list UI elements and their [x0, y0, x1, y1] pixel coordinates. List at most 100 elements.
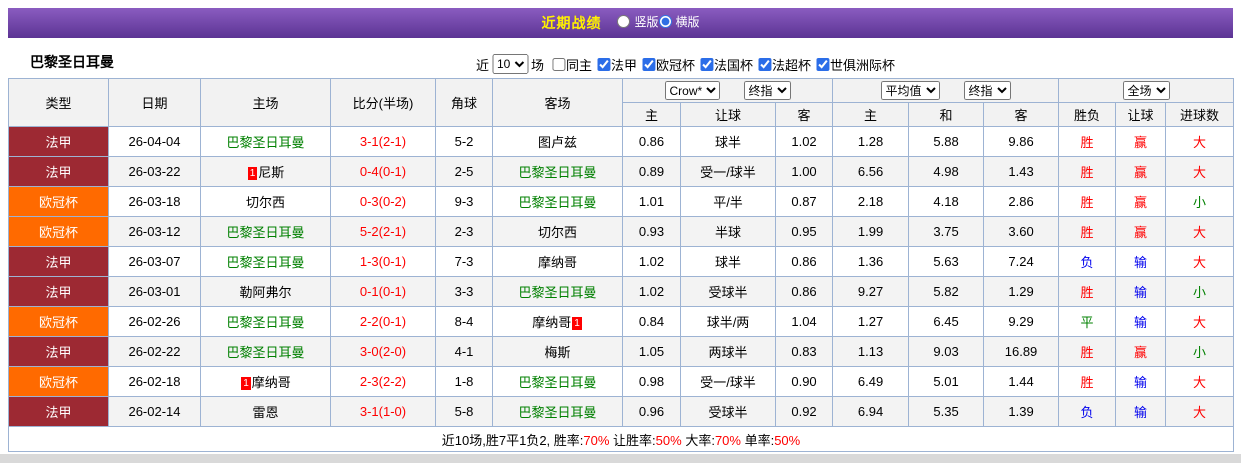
- avg-source-select[interactable]: 平均值: [880, 81, 940, 100]
- result-scope-select[interactable]: 全场: [1122, 81, 1170, 100]
- avg-draw-odds: 5.35: [908, 396, 985, 427]
- checkbox-ligue1[interactable]: [596, 57, 610, 71]
- team-name[interactable]: 尼斯: [258, 165, 284, 180]
- team-name[interactable]: 梅斯: [544, 345, 570, 360]
- checkbox-ucl[interactable]: [642, 57, 655, 71]
- avg-draw-odds: 3.75: [908, 216, 985, 247]
- crown-away-odds: 0.86: [774, 246, 834, 277]
- result-wdl: 胜: [1058, 276, 1117, 307]
- recent-results-panel: 近期战绩 竖版 横版 巴黎圣日耳曼 近 10 场 同主 法甲 欧冠杯 法国杯 法超杯 世俱洲…: [0, 0, 1241, 463]
- team-name[interactable]: 巴黎圣日耳曼: [518, 285, 596, 300]
- red-card-badge: 1: [241, 377, 251, 390]
- odds-source-select[interactable]: Crow*: [664, 81, 720, 100]
- league-badge: 欧冠杯: [8, 366, 109, 397]
- layout-radio-horizontal[interactable]: [658, 15, 672, 28]
- team-name[interactable]: 摩纳哥: [538, 255, 577, 270]
- filter-checkbox-ucl[interactable]: 欧冠杯: [642, 55, 695, 74]
- avg-time-select[interactable]: 终指: [963, 81, 1011, 100]
- checkbox-trophee[interactable]: [758, 57, 772, 71]
- crown-away-odds: 0.92: [774, 396, 834, 427]
- team-name[interactable]: 雷恩: [252, 405, 278, 420]
- crown-away-odds: 1.00: [774, 156, 834, 187]
- result-goals: 大: [1165, 306, 1235, 337]
- team-name[interactable]: 摩纳哥: [532, 315, 571, 330]
- crown-handicap: 两球半: [680, 336, 776, 367]
- filter-checkbox-trophee[interactable]: 法超杯: [758, 55, 811, 74]
- group-header-row: 类型 日期 主场 比分(半场) 角球 客场 Crow* 终指 平均值 终指 全场: [8, 78, 1235, 127]
- result-goals: 大: [1165, 126, 1235, 157]
- layout-option-vertical[interactable]: 竖版: [617, 13, 659, 30]
- result-handicap: 输: [1115, 276, 1167, 307]
- crown-handicap: 受球半: [680, 276, 776, 307]
- match-row: 欧冠杯 26-02-18 1 摩纳哥 2-3(2-2) 1-8 巴黎圣日耳曼 0.…: [8, 366, 1235, 397]
- score: 0-4(0-1): [330, 156, 436, 187]
- team-name[interactable]: 巴黎圣日耳曼: [226, 315, 304, 330]
- team-name[interactable]: 巴黎圣日耳曼: [518, 375, 596, 390]
- match-row: 法甲 26-03-01 勒阿弗尔 0-1(0-1) 3-3 巴黎圣日耳曼 1.0…: [8, 276, 1235, 307]
- league-badge: 欧冠杯: [8, 306, 109, 337]
- match-date: 26-04-04: [108, 126, 201, 157]
- summary-value: 70%: [714, 432, 741, 448]
- team-name[interactable]: 巴黎圣日耳曼: [518, 165, 596, 180]
- score: 2-3(2-2): [330, 366, 436, 397]
- team-name[interactable]: 巴黎圣日耳曼: [226, 345, 304, 360]
- team-name[interactable]: 巴黎圣日耳曼: [226, 135, 304, 150]
- layout-option-horizontal[interactable]: 横版: [658, 13, 700, 30]
- checkbox-same-home[interactable]: [551, 57, 565, 71]
- result-wdl: 平: [1058, 306, 1117, 337]
- filter-checkbox-same-home[interactable]: 同主: [551, 55, 592, 74]
- result-goals: 大: [1165, 216, 1235, 247]
- result-wdl: 胜: [1058, 216, 1117, 247]
- home-team-cell: 巴黎圣日耳曼: [200, 306, 331, 337]
- crown-away-odds: 0.86: [774, 276, 834, 307]
- col-header-date: 日期: [108, 78, 201, 127]
- match-count-select[interactable]: 10: [491, 54, 528, 74]
- corners: 3-3: [435, 276, 493, 307]
- filter-bar: 巴黎圣日耳曼 近 10 场 同主 法甲 欧冠杯 法国杯 法超杯 世俱洲际杯: [8, 38, 1233, 78]
- crown-home-odds: 0.86: [622, 126, 681, 157]
- team-name[interactable]: 巴黎圣日耳曼: [518, 195, 596, 210]
- score: 3-0(2-0): [330, 336, 436, 367]
- crown-away-odds: 1.02: [774, 126, 834, 157]
- result-wdl: 负: [1058, 396, 1117, 427]
- filter-checkbox-coupe-de-france[interactable]: 法国杯: [700, 55, 753, 74]
- layout-radio-vertical[interactable]: [617, 15, 631, 28]
- team-name[interactable]: 图卢兹: [538, 135, 577, 150]
- result-handicap: 赢: [1115, 336, 1167, 367]
- avg-away-odds: 1.39: [983, 396, 1060, 427]
- match-row: 法甲 26-02-14 雷恩 3-1(1-0) 5-8 巴黎圣日耳曼 0.96 …: [8, 396, 1235, 427]
- team-name[interactable]: 巴黎圣日耳曼: [226, 225, 304, 240]
- result-goals: 大: [1165, 246, 1235, 277]
- avg-home-odds: 6.94: [832, 396, 910, 427]
- summary-value: 50%: [655, 432, 682, 448]
- team-name[interactable]: 巴黎圣日耳曼: [518, 405, 596, 420]
- result-wdl: 胜: [1058, 366, 1117, 397]
- crown-home-odds: 0.98: [622, 366, 681, 397]
- team-name[interactable]: 勒阿弗尔: [239, 285, 291, 300]
- title-bar: 近期战绩 竖版 横版: [8, 8, 1233, 38]
- avg-home-odds: 6.49: [832, 366, 910, 397]
- avg-home-odds: 6.56: [832, 156, 910, 187]
- matches-label: 场: [530, 57, 544, 73]
- filter-checkbox-club-world-cup[interactable]: 世俱洲际杯: [816, 55, 895, 74]
- filter-checkbox-ligue1[interactable]: 法甲: [596, 55, 637, 74]
- league-badge: 法甲: [8, 126, 109, 157]
- page-title: 近期战绩: [541, 15, 602, 31]
- away-team-cell: 巴黎圣日耳曼: [492, 366, 623, 397]
- average-odds-group: 平均值 终指: [832, 78, 1060, 103]
- sub-header-crown-home: 主: [622, 102, 681, 127]
- corners: 1-8: [435, 366, 493, 397]
- avg-away-odds: 7.24: [983, 246, 1060, 277]
- match-row: 法甲 26-03-07 巴黎圣日耳曼 1-3(0-1) 7-3 摩纳哥 1.02…: [8, 246, 1235, 277]
- checkbox-club-world-cup[interactable]: [816, 57, 830, 71]
- league-filters: 同主 法甲 欧冠杯 法国杯 法超杯 世俱洲际杯: [547, 55, 895, 74]
- team-name[interactable]: 摩纳哥: [252, 375, 291, 390]
- match-date: 26-02-14: [108, 396, 201, 427]
- team-name[interactable]: 切尔西: [246, 195, 285, 210]
- team-name[interactable]: 巴黎圣日耳曼: [226, 255, 304, 270]
- odds-time-select[interactable]: 终指: [743, 81, 791, 100]
- corners: 2-5: [435, 156, 493, 187]
- team-name[interactable]: 切尔西: [538, 225, 577, 240]
- away-team-cell: 巴黎圣日耳曼: [492, 276, 623, 307]
- checkbox-coupe-de-france[interactable]: [700, 57, 714, 71]
